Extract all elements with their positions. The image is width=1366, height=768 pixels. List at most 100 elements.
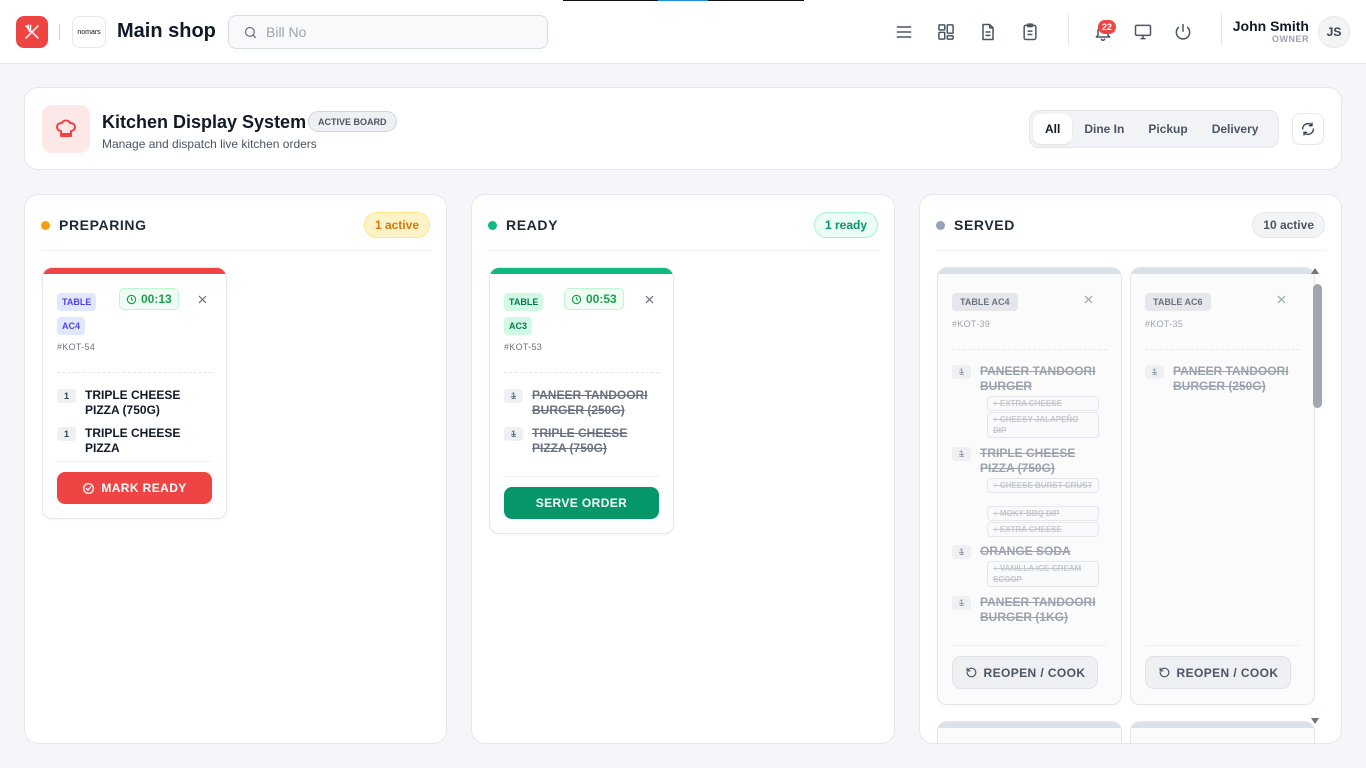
menu-icon[interactable]	[892, 20, 916, 44]
item-addon: + VANILLA ICE-CREAM SCOOP	[987, 561, 1099, 587]
notification-badge: 22	[1098, 20, 1116, 34]
item-addon: + CHEESE BURST CRUST	[987, 478, 1099, 493]
order-timer: 00:13	[119, 288, 179, 310]
power-icon[interactable]	[1171, 20, 1195, 44]
status-dot	[41, 221, 50, 230]
timer-value: 00:53	[586, 292, 617, 306]
close-icon[interactable]	[195, 292, 209, 306]
card-status-stripe	[1131, 722, 1314, 728]
item-qty: 1	[952, 447, 971, 461]
item-addon: + MOKY BBQ DIP	[987, 506, 1099, 521]
order-card[interactable]: TABLE AC6 #KOT-35 1 PANEER TANDOORI BURG…	[1130, 267, 1315, 705]
status-badge: ACTIVE BOARD	[308, 111, 397, 132]
kot-number: #KOT-54	[57, 342, 96, 352]
clipboard-icon[interactable]	[1018, 20, 1042, 44]
status-dot	[936, 221, 945, 230]
avatar[interactable]: JS	[1318, 16, 1350, 48]
header-divider	[59, 24, 60, 40]
page-subtitle: Manage and dispatch live kitchen orders	[102, 137, 317, 151]
user-name: John Smith	[1232, 18, 1309, 34]
table-tag-number: AC3	[504, 317, 533, 335]
filter-delivery[interactable]: Delivery	[1200, 114, 1271, 144]
list-item: 1 TRIPLE CHEESE PIZZA (750G)	[952, 446, 1111, 476]
column-title: SERVED	[954, 217, 1015, 233]
scroll-up-arrow-icon[interactable]	[1311, 268, 1319, 274]
item-qty: 1	[504, 389, 523, 403]
shop-name[interactable]: Main shop	[117, 20, 216, 43]
timer-value: 00:13	[141, 292, 172, 306]
order-card[interactable]: TABLE AC3 00:53 #KOT-53 1 PANEER TANDOOR…	[489, 267, 674, 534]
grid-icon[interactable]	[934, 20, 958, 44]
chef-hat-icon	[42, 105, 90, 153]
order-card[interactable]: TABLE AC4 00:13 #KOT-54 1 TRIPLE CHEESE …	[42, 267, 227, 519]
monitor-icon[interactable]	[1131, 20, 1155, 44]
order-type-filter: All Dine In Pickup Delivery	[1029, 110, 1279, 148]
search-input[interactable]	[266, 24, 526, 40]
order-card[interactable]: TABLE AC4 #KOT-39 1 PANEER TANDOORI BURG…	[937, 267, 1122, 705]
clock-icon	[571, 294, 582, 304]
item-name: ORANGE SODA	[980, 544, 1071, 558]
filter-all[interactable]: All	[1033, 114, 1073, 144]
order-card[interactable]	[937, 721, 1122, 743]
card-status-stripe	[43, 268, 226, 274]
mark-ready-button[interactable]: MARK READY	[57, 472, 212, 504]
serve-order-button[interactable]: SERVE ORDER	[504, 487, 659, 519]
shop-logo-text: nomars	[77, 28, 101, 36]
check-circle-icon	[83, 482, 95, 494]
filter-dine-in[interactable]: Dine In	[1072, 114, 1136, 144]
close-icon[interactable]	[642, 292, 656, 306]
item-name: TRIPLE CHEESE PIZZA (750G)	[980, 446, 1076, 475]
item-name: TRIPLE CHEESE PIZZA (750G)	[85, 388, 181, 417]
divider	[504, 372, 659, 373]
reopen-label: REOPEN / COOK	[983, 665, 1086, 680]
item-name: PANEER TANDOORI BURGER (250G)	[532, 388, 648, 417]
header-divider	[1068, 14, 1069, 46]
refresh-button[interactable]	[1292, 113, 1324, 145]
divider	[57, 372, 212, 373]
item-name: TRIPLE CHEESE PIZZA	[85, 426, 181, 455]
app-logo[interactable]	[16, 16, 48, 48]
search-box[interactable]	[228, 15, 548, 49]
divider	[57, 461, 212, 462]
item-qty: 1	[952, 365, 971, 379]
item-qty: 1	[57, 389, 76, 403]
mark-ready-label: MARK READY	[101, 481, 187, 495]
close-icon[interactable]	[1274, 292, 1288, 306]
card-status-stripe	[938, 722, 1121, 728]
close-icon[interactable]	[1081, 292, 1095, 306]
status-dot	[488, 221, 497, 230]
item-addon: + EXTRA CHEESE	[987, 522, 1099, 537]
kot-number: #KOT-39	[952, 319, 991, 329]
column-title: PREPARING	[59, 217, 147, 233]
clock-icon	[126, 294, 137, 304]
scrollbar-thumb[interactable]	[1313, 284, 1322, 408]
page-title: Kitchen Display System	[102, 112, 307, 132]
column-preparing: PREPARING 1 active TABLE AC4 00:13 #KOT-…	[24, 194, 447, 744]
scroll-down-arrow-icon[interactable]	[1311, 718, 1319, 724]
list-item: 1 PANEER TANDOORI BURGER (250G)	[504, 388, 663, 418]
item-qty: 1	[1145, 365, 1164, 379]
divider	[952, 349, 1107, 350]
item-addon: + EXTRA CHEESE	[987, 396, 1099, 411]
header-divider	[1221, 14, 1222, 46]
kds-header-card: Kitchen Display System ACTIVE BOARD Mana…	[24, 87, 1342, 170]
filter-pickup[interactable]: Pickup	[1136, 114, 1199, 144]
refresh-icon	[1302, 122, 1314, 136]
top-edge-line-accent	[658, 0, 708, 1]
reopen-cook-button[interactable]: REOPEN / COOK	[1145, 656, 1291, 689]
column-header: PREPARING 1 active	[41, 211, 430, 251]
document-icon[interactable]	[976, 20, 1000, 44]
list-item: 1 TRIPLE CHEESE PIZZA (750G)	[57, 388, 216, 418]
order-card[interactable]	[1130, 721, 1315, 743]
item-name: PANEER TANDOORI BURGER	[980, 364, 1096, 393]
divider	[1145, 645, 1300, 646]
item-qty: 1	[57, 427, 76, 441]
kot-number: #KOT-35	[1145, 319, 1184, 329]
column-count-badge: 10 active	[1252, 212, 1325, 238]
shop-logo: nomars	[72, 16, 106, 48]
divider	[952, 645, 1107, 646]
item-name: PANEER TANDOORI BURGER (1KG)	[980, 595, 1096, 624]
reopen-label: REOPEN / COOK	[1176, 665, 1279, 680]
column-count-badge: 1 active	[363, 212, 430, 238]
reopen-cook-button[interactable]: REOPEN / COOK	[952, 656, 1098, 689]
